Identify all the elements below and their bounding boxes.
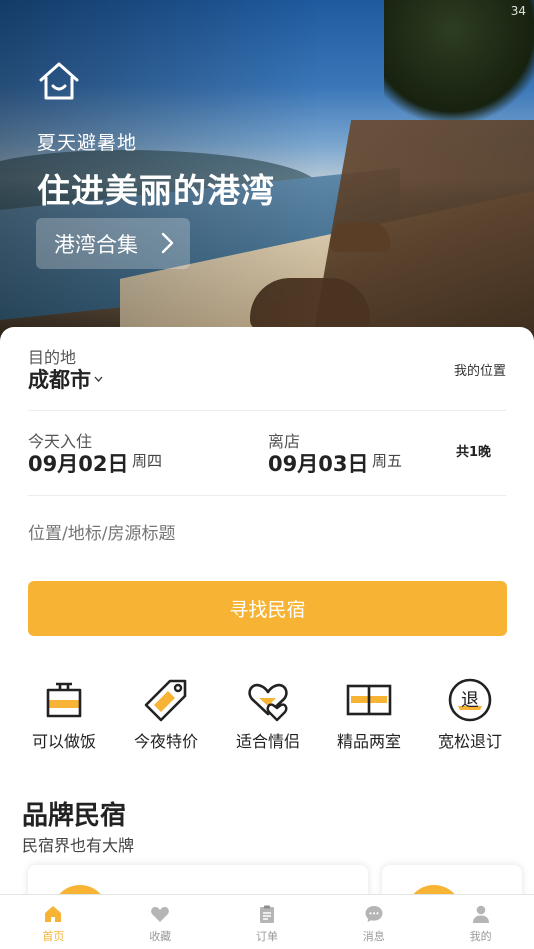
category-label: 适合情侣 [235,732,300,751]
destination-selector[interactable]: 成都市 [28,364,103,394]
price-tag-icon [144,679,187,722]
collection-button[interactable]: 港湾合集 [36,218,190,269]
user-icon [472,905,489,923]
refund-glyph: 退 [461,690,479,711]
hero-subtitle: 夏天避暑地 [37,132,138,154]
tab-orders[interactable]: 订单 [214,895,321,949]
keyword-search-input[interactable] [28,524,498,544]
bottom-tab-bar: 首页 收藏 订单 消息 我的 [0,894,534,949]
tab-label: 收藏 [149,930,172,943]
tab-label: 订单 [255,930,278,943]
two-rooms-icon [346,684,392,716]
category-cooking[interactable]: 可以做饭 [19,676,109,752]
find-homestay-button[interactable]: 寻找民宿 [28,581,507,636]
tab-profile[interactable]: 我的 [427,895,534,949]
hero-banner[interactable]: 34 夏天避暑地 住进美丽的港湾 港湾合集 [0,0,534,345]
caret-down-icon [94,376,103,382]
home-outline-icon [39,62,79,100]
my-location-button[interactable]: 我的位置 [454,360,506,379]
category-two-rooms[interactable]: 精品两室 [324,676,414,752]
tab-label: 我的 [469,930,492,943]
tab-label: 首页 [42,930,65,943]
home-icon [45,906,62,922]
divider [28,410,506,411]
divider [28,495,506,496]
heart-icon [151,907,170,922]
tab-messages[interactable]: 消息 [320,895,427,949]
tab-favorites[interactable]: 收藏 [107,895,214,949]
category-couples[interactable]: 适合情侣 [223,676,313,752]
refund-icon: 退 [448,678,492,722]
brand-section-title: 品牌民宿 [22,801,127,831]
category-tonight-deal[interactable]: 今夜特价 [121,676,211,752]
chevron-right-icon [161,232,174,254]
tab-home[interactable]: 首页 [0,895,107,949]
category-label: 精品两室 [336,732,401,751]
checkin-date[interactable]: 09月02日 [28,448,128,478]
checkout-weekday: 周五 [372,452,403,470]
hearts-icon [248,683,288,722]
category-row: 可以做饭 今夜特价 适合情侣 精品两室 退 宽松退订 [0,676,534,756]
brand-section-subtitle: 民宿界也有大牌 [22,836,135,855]
nights-count: 共1晚 [456,445,492,460]
collection-button-label: 港湾合集 [54,232,138,257]
category-label: 宽松退订 [437,732,502,751]
category-flexible-refund[interactable]: 退 宽松退订 [425,676,515,752]
cooking-pot-icon [46,682,82,718]
destination-city: 成都市 [28,368,91,392]
chat-icon [365,906,383,922]
checkin-weekday: 周四 [132,452,163,470]
clipboard-icon [259,905,274,923]
hero-title: 住进美丽的港湾 [37,171,275,210]
category-label: 今夜特价 [133,732,198,751]
tab-label: 消息 [362,930,385,943]
category-label: 可以做饭 [31,732,96,751]
status-number: 34 [510,4,526,18]
checkout-date[interactable]: 09月03日 [268,448,368,478]
